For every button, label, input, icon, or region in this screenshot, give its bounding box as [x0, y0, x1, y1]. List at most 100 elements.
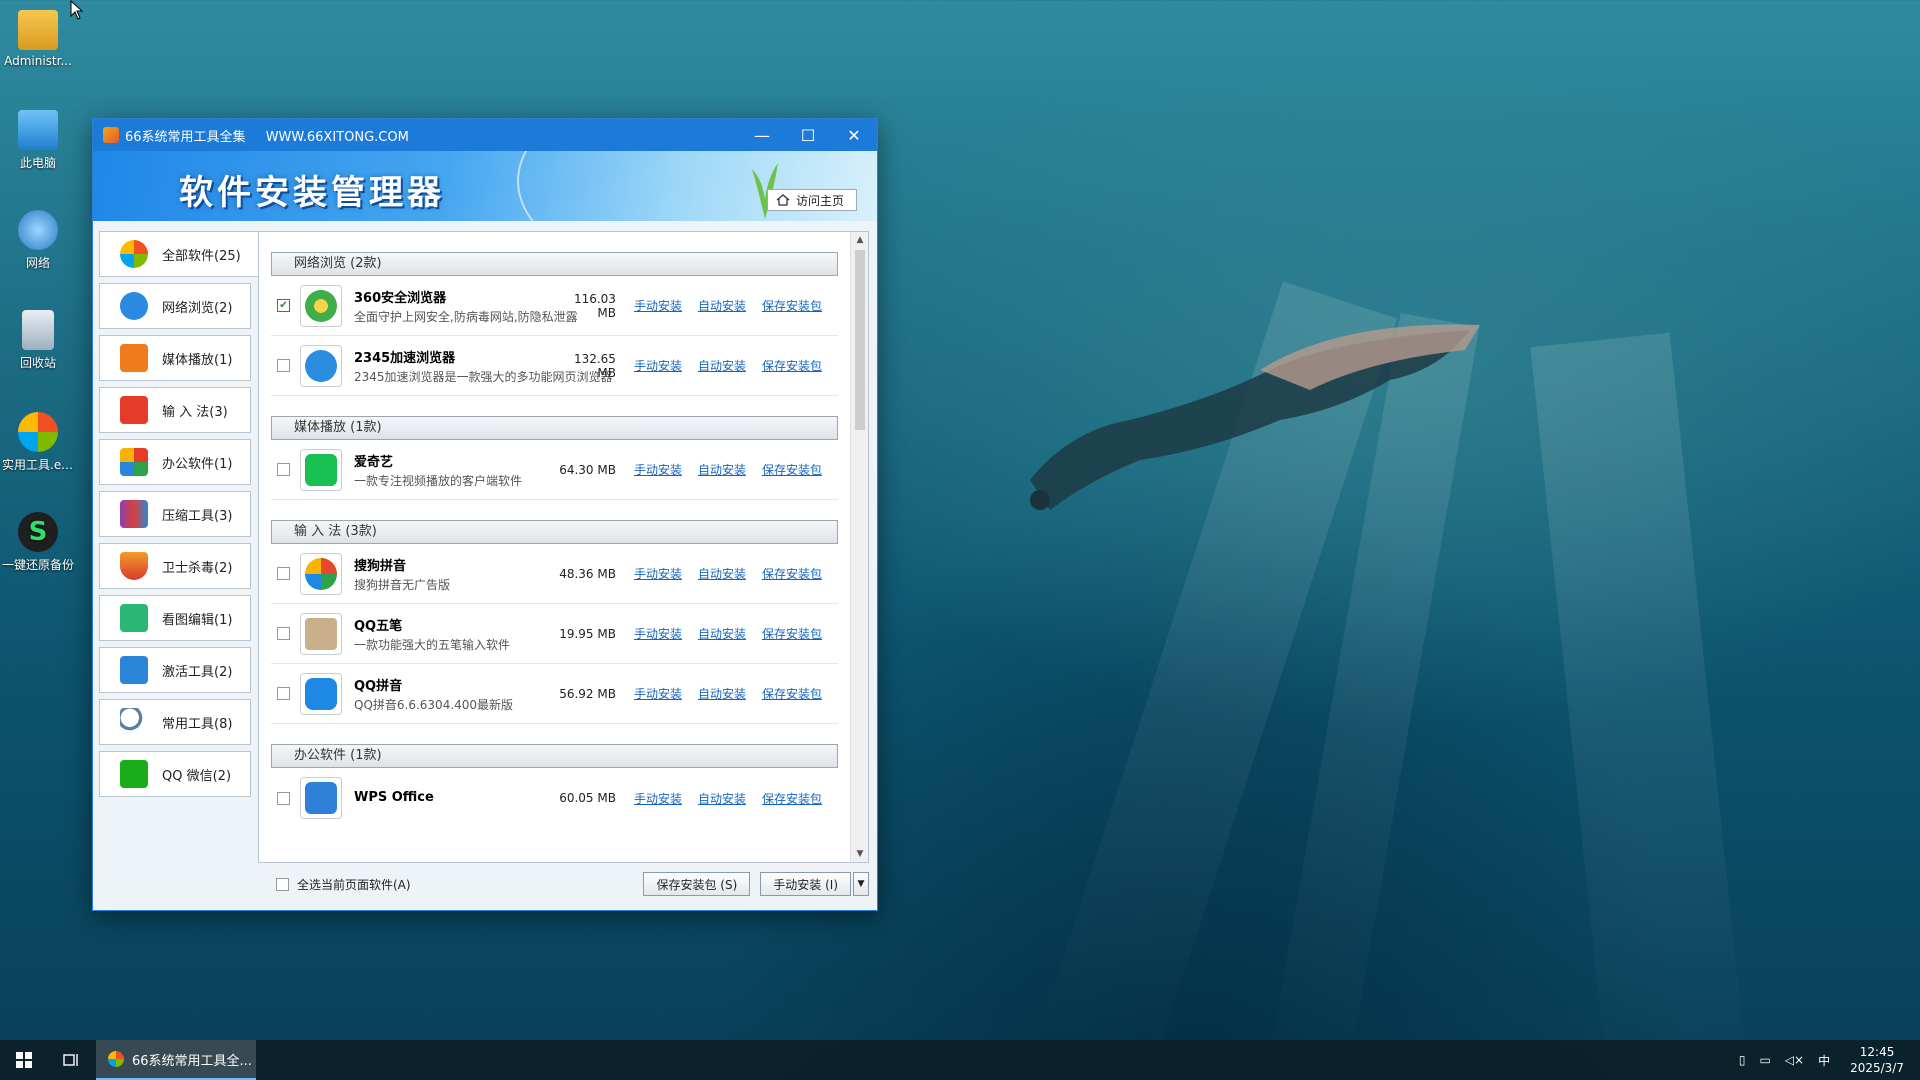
software-checkbox[interactable]	[277, 359, 290, 372]
system-tray: ▯ ▭ ◁× 中 12:45 2025/3/7	[1739, 1040, 1904, 1080]
sidebar-item-tools[interactable]: 常用工具(8)	[99, 699, 251, 745]
software-description: 全面守护上网安全,防病毒网站,防隐私泄露	[354, 309, 578, 324]
volume-muted-icon[interactable]: ◁×	[1785, 1053, 1804, 1067]
auto-install-link[interactable]: 自动安装	[698, 565, 746, 582]
manual-install-link[interactable]: 手动安装	[634, 790, 682, 807]
manual-install-button[interactable]: 手动安装 (I)	[760, 872, 851, 896]
sidebar-item-activation[interactable]: 激活工具(2)	[99, 647, 251, 693]
auto-install-link[interactable]: 自动安装	[698, 461, 746, 478]
category-header: 媒体播放 (1款)	[271, 416, 838, 440]
select-all-label[interactable]: 全选当前页面软件(A)	[297, 876, 643, 893]
window-url-text: WWW.66XITONG.COM	[265, 129, 409, 145]
save-package-link[interactable]: 保存安装包	[762, 790, 822, 807]
desktop-icon-admin[interactable]: Administr...	[2, 10, 74, 68]
desktop-icon-label: 实用工具.exe	[2, 458, 74, 472]
save-package-link[interactable]: 保存安装包	[762, 357, 822, 374]
manual-install-link[interactable]: 手动安装	[634, 685, 682, 702]
media-play-icon	[120, 344, 148, 372]
scrollbar-thumb[interactable]	[855, 250, 865, 430]
save-package-link[interactable]: 保存安装包	[762, 685, 822, 702]
desktop-icon-tools[interactable]: 实用工具.exe	[2, 412, 74, 473]
software-checkbox[interactable]	[277, 791, 290, 805]
desktop-icon-backup[interactable]: S 一键还原备份	[2, 512, 74, 573]
browser-360-icon	[300, 284, 342, 327]
software-row: ✔ 360安全浏览器 全面守护上网安全,防病毒网站,防隐私泄露 116.03 MB…	[271, 276, 838, 336]
software-description: 2345加速浏览器是一款强大的多功能网页浏览器	[354, 369, 613, 384]
list-scrollbar[interactable]: ▲ ▼	[850, 232, 868, 862]
shield-icon	[120, 552, 148, 580]
sidebar-item-antivirus[interactable]: 卫士杀毒(2)	[99, 543, 251, 589]
auto-install-link[interactable]: 自动安装	[698, 685, 746, 702]
sidebar-item-label: 输 入 法(3)	[162, 404, 228, 420]
sidebar-item-browser[interactable]: 网络浏览(2)	[99, 283, 251, 329]
usb-icon[interactable]: ▯	[1739, 1053, 1746, 1067]
taskbar-app-button[interactable]: 66系统常用工具全...	[96, 1040, 256, 1080]
software-list[interactable]: 网络浏览 (2款) ✔ 360安全浏览器 全面守护上网安全,防病毒网站,防隐私泄露…	[259, 232, 850, 862]
ime-indicator[interactable]: 中	[1818, 1052, 1830, 1069]
manual-install-link[interactable]: 手动安装	[634, 625, 682, 642]
network-status-icon[interactable]: ▭	[1759, 1053, 1770, 1067]
select-all-checkbox[interactable]	[276, 877, 289, 891]
auto-install-link[interactable]: 自动安装	[698, 625, 746, 642]
software-row: QQ拼音 QQ拼音6.6.6304.400最新版 56.92 MB 手动安装 自动…	[271, 664, 838, 724]
manual-install-link[interactable]: 手动安装	[634, 565, 682, 582]
office-icon	[120, 448, 148, 476]
windows-start-icon	[16, 1052, 32, 1068]
sidebar-item-image[interactable]: 看图编辑(1)	[99, 595, 251, 641]
software-row: WPS Office 60.05 MB 手动安装 自动安装 保存安装包	[271, 768, 838, 828]
sidebar-item-compress[interactable]: 压缩工具(3)	[99, 491, 251, 537]
sogou-pinyin-icon	[300, 552, 342, 595]
visit-homepage-button[interactable]: 访问主页	[766, 189, 857, 211]
auto-install-link[interactable]: 自动安装	[698, 357, 746, 374]
task-view-button[interactable]	[48, 1040, 96, 1080]
task-view-icon	[63, 1054, 78, 1066]
software-checkbox[interactable]	[277, 463, 290, 476]
software-size: 48.36 MB	[559, 566, 616, 581]
sidebar-item-all[interactable]: 全部软件(25)	[99, 231, 259, 277]
software-checkbox[interactable]: ✔	[277, 299, 290, 312]
sidebar-item-label: 看图编辑(1)	[162, 612, 233, 628]
bottom-toolbar: 全选当前页面软件(A) 保存安装包 (S) 手动安装 (I) ▼	[258, 869, 869, 899]
save-package-link[interactable]: 保存安装包	[762, 625, 822, 642]
desktop-icon-network[interactable]: 网络	[2, 210, 74, 271]
software-checkbox[interactable]	[277, 627, 290, 640]
main-area: 全部软件(25) 网络浏览(2) 媒体播放(1) 输 入 法(3) 办公软件(1…	[93, 221, 877, 910]
sidebar-item-media[interactable]: 媒体播放(1)	[99, 335, 251, 381]
sidebar-item-label: 激活工具(2)	[162, 664, 233, 680]
scroll-down-arrow-icon[interactable]: ▼	[851, 846, 868, 862]
software-checkbox[interactable]	[277, 567, 290, 580]
clock[interactable]: 12:45 2025/3/7	[1850, 1044, 1904, 1076]
software-checkbox[interactable]	[277, 687, 290, 700]
sidebar-item-label: 卫士杀毒(2)	[162, 560, 233, 576]
maximize-button[interactable]: ☐	[785, 119, 831, 151]
software-row: 2345加速浏览器 2345加速浏览器是一款强大的多功能网页浏览器 132.65 …	[271, 336, 838, 396]
desktop-icon-label: Administr...	[4, 54, 72, 68]
auto-install-link[interactable]: 自动安装	[698, 297, 746, 314]
save-package-link[interactable]: 保存安装包	[762, 297, 822, 314]
sidebar-item-ime[interactable]: 输 入 法(3)	[99, 387, 251, 433]
save-package-link[interactable]: 保存安装包	[762, 565, 822, 582]
install-dropdown-arrow-icon[interactable]: ▼	[853, 872, 869, 896]
software-name: 爱奇艺	[354, 454, 394, 470]
software-size: 60.05 MB	[559, 791, 616, 805]
desktop-icon-recycle-bin[interactable]: 回收站	[2, 310, 74, 371]
manual-install-link[interactable]: 手动安装	[634, 297, 682, 314]
software-size: 19.95 MB	[559, 626, 616, 641]
clock-time: 12:45	[1859, 1045, 1895, 1059]
auto-install-link[interactable]: 自动安装	[698, 790, 746, 807]
save-package-link[interactable]: 保存安装包	[762, 461, 822, 478]
minimize-button[interactable]: —	[739, 119, 785, 151]
start-button[interactable]	[0, 1040, 48, 1080]
close-button[interactable]: ✕	[831, 119, 877, 151]
save-package-button[interactable]: 保存安装包 (S)	[643, 872, 751, 896]
user-folder-icon	[18, 10, 58, 50]
title-bar[interactable]: 66系统常用工具全集 WWW.66XITONG.COM — ☐ ✕	[93, 119, 877, 151]
window-title-text: 66系统常用工具全集	[125, 129, 246, 145]
wechat-icon	[120, 760, 148, 788]
sidebar-item-office[interactable]: 办公软件(1)	[99, 439, 251, 485]
manual-install-link[interactable]: 手动安装	[634, 357, 682, 374]
desktop-icon-this-pc[interactable]: 此电脑	[2, 110, 74, 171]
sidebar-item-qq-wechat[interactable]: QQ 微信(2)	[99, 751, 251, 797]
manual-install-link[interactable]: 手动安装	[634, 461, 682, 478]
scroll-up-arrow-icon[interactable]: ▲	[851, 232, 868, 248]
